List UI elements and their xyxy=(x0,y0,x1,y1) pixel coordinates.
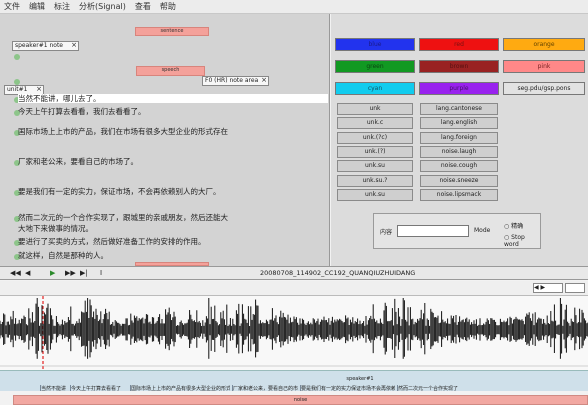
tier-cell[interactable]: 要是我们有一定的实力保证市场不会再依赖别人 xyxy=(300,385,395,391)
unit-tag-label: unit#1 xyxy=(7,86,28,93)
transport-bar: ◀◀ ◀ ▶ ▶▶ ▶| I 20080708_114902_CC192_QUA… xyxy=(0,266,588,280)
color-button[interactable]: blue xyxy=(335,38,415,51)
noise-tag-button[interactable]: lang.foreign xyxy=(420,131,498,144)
radio-icon: ○ xyxy=(504,223,510,230)
search-label: 内容 xyxy=(380,229,393,236)
color-button[interactable]: seg.pdu/gsp.pons xyxy=(503,82,585,95)
close-icon[interactable]: × xyxy=(71,41,77,49)
tier-cell[interactable]: 然而二次元一个合作实现了 xyxy=(397,385,467,391)
speaker-tag[interactable]: speaker#1 note × xyxy=(12,41,79,51)
transcript-line[interactable]: 大地下来做事的情况。 xyxy=(18,224,328,233)
unk-tag-button[interactable]: unk.(?c) xyxy=(337,131,413,144)
end-icon[interactable]: ▶| xyxy=(80,268,88,279)
exact-radio[interactable]: ○ 精确 xyxy=(504,221,523,230)
sentence-tier-bar[interactable]: sentence xyxy=(135,27,209,36)
zoom-box[interactable] xyxy=(565,283,585,293)
transcript-line[interactable]: 厂家和老公来，要看自己的市场了。 xyxy=(18,157,328,166)
scroll-box[interactable]: ◀ ▶ xyxy=(533,283,563,293)
color-button[interactable]: brown xyxy=(419,60,499,73)
menu-item[interactable]: 分析(Signal) xyxy=(79,1,126,12)
menu-bar: 文件 编辑 标注 分析(Signal) 查看 帮助 xyxy=(0,0,588,14)
color-button[interactable]: green xyxy=(335,60,415,73)
waveform xyxy=(0,298,588,359)
close-icon[interactable]: × xyxy=(261,76,267,84)
time-ruler[interactable]: ◀ ▶ xyxy=(0,281,588,296)
search-input[interactable] xyxy=(397,225,469,237)
transcript-line[interactable]: 要是我们有一定的实力，保证市场，不会再依赖别人的大厂。 xyxy=(18,187,328,196)
unk-tag-button[interactable]: unk.su xyxy=(337,188,413,201)
waveform-panel[interactable]: speaker#1 当然不能讲 今天上午打算去看看了 国际市场上上市的产品有很多大型… xyxy=(0,296,588,391)
color-button[interactable]: cyan xyxy=(335,82,415,95)
speech-tier-bar[interactable]: speech xyxy=(136,66,205,76)
color-button[interactable]: purple xyxy=(419,82,499,95)
transcript-line[interactable]: 然而二次元的一个合作实现了，跟城里的亲戚朋友，然后还能大 xyxy=(18,213,328,222)
transcript-pane[interactable]: sentence speaker#1 note × speech F0 (HR)… xyxy=(0,14,330,266)
menu-item[interactable]: 标注 xyxy=(54,1,70,12)
transcript-line[interactable]: 当然不能讲，哪儿去了。 xyxy=(18,94,328,103)
stopword-radio[interactable]: ○ Stop word xyxy=(504,234,540,248)
noise-tag-button[interactable]: noise.lipsmack xyxy=(420,188,498,201)
speaker-tag-label: speaker#1 note xyxy=(15,42,63,49)
transcript-line[interactable]: 国际市场上上市的产品，我们在市场有很多大型企业的形式存在 xyxy=(18,127,328,136)
search-group: 内容 Mode ○ 精确 ○ Stop word xyxy=(373,213,541,249)
transcript-line[interactable]: 今天上午打算去看看，我们去看看了。 xyxy=(18,107,328,116)
menu-item[interactable]: 文件 xyxy=(4,1,20,12)
tier2-label: speaker#1 xyxy=(346,376,374,382)
unk-tag-button[interactable]: unk.c xyxy=(337,117,413,130)
cursor-icon[interactable]: I xyxy=(100,268,102,279)
transcript-line[interactable]: 要进行了买卖的方式，然后做好准备工作的安排的作用。 xyxy=(18,237,328,246)
pitch-tag[interactable]: F0 (HR) note area × xyxy=(202,76,269,86)
step-back-icon[interactable]: ◀ xyxy=(25,268,30,279)
menu-item[interactable]: 查看 xyxy=(135,1,151,12)
mode-label: Mode xyxy=(474,227,491,234)
play-icon[interactable]: ▶ xyxy=(50,268,55,279)
color-button[interactable]: red xyxy=(419,38,499,51)
fast-forward-icon[interactable]: ▶▶ xyxy=(65,268,76,279)
unk-tag-button[interactable]: unk.su xyxy=(337,160,413,173)
exact-radio-label: 精确 xyxy=(511,223,524,230)
radio-icon: ○ xyxy=(504,234,510,241)
tier-cell[interactable]: 国际市场上上市的产品有很多大型企业的形式存在我们在市场 xyxy=(130,385,230,391)
tier-cell[interactable]: 当然不能讲 xyxy=(40,385,68,391)
transcript-line[interactable]: 就这样，自然是那种的人。 xyxy=(18,251,328,260)
close-icon[interactable]: × xyxy=(36,85,42,93)
menu-item[interactable]: 帮助 xyxy=(160,1,176,12)
unk-tag-button[interactable]: unk.su.? xyxy=(337,174,413,187)
unk-tag-button[interactable]: unk xyxy=(337,103,413,115)
unk-tag-button[interactable]: unk.(?) xyxy=(337,145,413,158)
tier-cell[interactable]: 今天上午打算去看看了 xyxy=(70,385,128,391)
noise-tag-button[interactable]: noise.sneeze xyxy=(420,174,498,187)
tier-cell[interactable]: 厂家和老公来，要看自己的市场了 xyxy=(232,385,298,391)
file-status: 20080708_114902_CC192_QUANQIUZHUIDANG xyxy=(260,269,416,277)
rewind-icon[interactable]: ◀◀ xyxy=(10,268,21,279)
pitch-tag-label: F0 (HR) note area xyxy=(205,77,259,84)
menu-item[interactable]: 编辑 xyxy=(29,1,45,12)
marker-dot xyxy=(14,54,20,60)
noise-tag-button[interactable]: noise.laugh xyxy=(420,145,498,158)
noise-tier[interactable]: noise xyxy=(13,395,588,405)
noise-tag-button[interactable]: noise.cough xyxy=(420,160,498,173)
noise-tag-button[interactable]: lang.cantonese xyxy=(420,103,498,115)
color-button[interactable]: pink xyxy=(503,60,585,73)
color-button[interactable]: orange xyxy=(503,38,585,51)
noise-tag-button[interactable]: lang.english xyxy=(420,117,498,130)
